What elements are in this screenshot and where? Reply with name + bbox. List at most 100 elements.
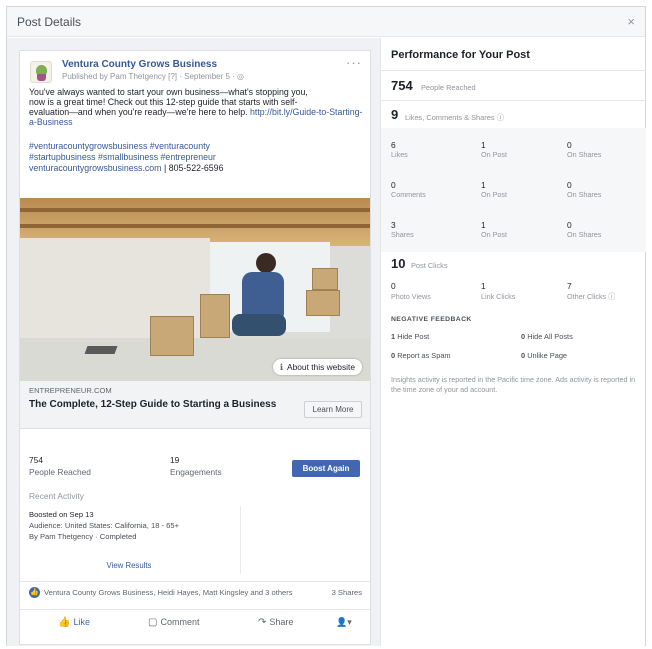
hide-all-posts-stat: 0 Hide All Posts xyxy=(521,332,573,341)
reactions-row: 👍 Ventura County Grows Business, Heidi H… xyxy=(20,581,370,603)
comment-button[interactable]: ▢ Comment xyxy=(148,617,199,628)
post-hashtags: #venturacountygrowsbusiness #venturacoun… xyxy=(29,141,363,174)
engagement-grid: 6 Likes 1 On Post 0 On Shares 0 Comments… xyxy=(381,128,646,252)
other-clicks-label: Other Clicks ⓘ xyxy=(567,292,616,301)
insights-note: Insights activity is reported in the Pac… xyxy=(391,375,636,394)
hide-post-value: 1 xyxy=(391,332,396,341)
recent-line: By Pam Thetgency · Completed xyxy=(29,532,137,541)
view-results-link[interactable]: View Results xyxy=(29,561,229,570)
photo-box xyxy=(150,316,194,356)
like-button[interactable]: 👍 Like xyxy=(58,617,90,628)
thumbs-up-icon: 👍 xyxy=(58,617,71,628)
post-details-dialog: Post Details × Ventura County Grows Busi… xyxy=(6,6,646,646)
photo-box xyxy=(306,290,340,316)
link-title[interactable]: The Complete, 12-Step Guide to Starting … xyxy=(29,399,279,411)
shares-on-shares-value: 0 xyxy=(567,220,572,230)
audience-selector-icon[interactable]: 👤▾ xyxy=(336,617,352,628)
photo-person-head xyxy=(256,253,276,273)
comments-on-shares-value: 0 xyxy=(567,180,572,190)
photo-person-body xyxy=(242,272,284,318)
hide-all-posts-label: Hide All Posts xyxy=(527,332,573,341)
performance-pane: Performance for Your Post 754 People Rea… xyxy=(380,38,646,646)
shares-value: 3 xyxy=(391,220,396,230)
share-icon: ↷ xyxy=(258,617,267,628)
comments-value: 0 xyxy=(391,180,396,190)
website-link[interactable]: venturacountygrowsbusiness.com xyxy=(29,163,162,173)
comments-on-post-label: On Post xyxy=(481,190,507,199)
info-icon: ℹ xyxy=(279,362,284,372)
post-text-line: You've always wanted to start your own b… xyxy=(29,87,308,97)
likes-value: 6 xyxy=(391,140,396,150)
report-spam-value: 0 xyxy=(391,351,396,360)
hide-all-posts-value: 0 xyxy=(521,332,526,341)
learn-more-button[interactable]: Learn More xyxy=(304,401,362,418)
like-label: Like xyxy=(73,617,90,627)
photo-views-label: Photo Views xyxy=(391,292,431,301)
shares-label: Shares xyxy=(391,230,414,239)
post-clicks-label: Post Clicks xyxy=(411,261,448,270)
hashtag-line[interactable]: #startupbusiness #smallbusiness #entrepr… xyxy=(29,152,363,163)
unlike-page-value: 0 xyxy=(521,351,526,360)
post-text-line: evaluation—and when you're ready—we're h… xyxy=(29,107,363,127)
page-name-link[interactable]: Ventura County Grows Business xyxy=(62,59,217,70)
unlike-page-label: Unlike Page xyxy=(527,351,568,360)
link-clicks-label: Link Clicks xyxy=(481,292,516,301)
shares-on-post-label: On Post xyxy=(481,230,507,239)
post-message: You've always wanted to start your own b… xyxy=(29,87,363,127)
divider xyxy=(381,100,646,101)
plant-leaf-shape xyxy=(36,65,47,74)
photo-box xyxy=(312,268,338,290)
negative-feedback-title: NEGATIVE FEEDBACK xyxy=(391,316,472,323)
post-text-segment: evaluation—and when you're ready—we're h… xyxy=(29,107,248,117)
unlike-page-stat: 0 Unlike Page xyxy=(521,351,567,360)
link-preview[interactable]: ENTREPRENEUR.COM The Complete, 12-Step G… xyxy=(20,381,370,429)
about-website-button[interactable]: ℹ About this website xyxy=(272,359,362,375)
lcs-label: Likes, Comments & Shares ⓘ xyxy=(405,113,504,122)
comments-label: Comments xyxy=(391,190,426,199)
more-options-icon[interactable]: ··· xyxy=(346,55,362,70)
about-website-label: About this website xyxy=(287,362,355,372)
recent-activity-box: Boosted on Sep 13 Audience: United State… xyxy=(29,506,241,574)
post-clicks-value: 10 xyxy=(391,256,406,271)
people-reached-value: 754 xyxy=(391,78,413,93)
comments-on-post-value: 1 xyxy=(481,180,486,190)
photo-laptop xyxy=(84,346,118,354)
hashtag-line[interactable]: #venturacountygrowsbusiness #venturacoun… xyxy=(29,141,363,152)
photo-person-legs xyxy=(232,314,286,336)
photo-beam xyxy=(20,208,370,212)
link-domain: ENTREPRENEUR.COM xyxy=(29,386,112,395)
lcs-value: 9 xyxy=(391,107,399,122)
hide-post-stat: 1 Hide Post xyxy=(391,332,429,341)
close-icon[interactable]: × xyxy=(627,14,635,29)
recent-line: Audience: United States: California, 18 … xyxy=(29,521,180,530)
photo-box xyxy=(200,294,230,338)
likes-on-shares-value: 0 xyxy=(567,140,572,150)
comment-label: Comment xyxy=(160,617,200,627)
likes-on-post-value: 1 xyxy=(481,140,486,150)
like-reaction-icon: 👍 xyxy=(29,587,40,598)
people-reached-label: People Reached xyxy=(421,83,476,92)
other-clicks-value: 7 xyxy=(567,281,572,291)
post-byline: Published by Pam Thetgency [?] · Septemb… xyxy=(62,72,245,81)
share-button[interactable]: ↷ Share xyxy=(258,617,293,628)
shares-count[interactable]: 3 Shares xyxy=(332,588,362,597)
post-photo[interactable]: ℹ About this website xyxy=(20,198,370,381)
link-clicks-value: 1 xyxy=(481,281,486,291)
dialog-title: Post Details xyxy=(17,15,82,29)
reach-label: People Reached xyxy=(29,467,91,477)
shares-on-post-value: 1 xyxy=(481,220,486,230)
post-preview-pane: Ventura County Grows Business Published … xyxy=(7,38,380,646)
dialog-header: Post Details × xyxy=(7,7,645,37)
engagement-value: 19 xyxy=(170,455,180,465)
comments-on-shares-label: On Shares xyxy=(567,190,602,199)
hide-post-label: Hide Post xyxy=(397,332,430,341)
shares-on-shares-label: On Shares xyxy=(567,230,602,239)
reaction-names[interactable]: Ventura County Grows Business, Heidi Hay… xyxy=(44,588,293,597)
page-avatar[interactable] xyxy=(30,61,52,83)
post-card: Ventura County Grows Business Published … xyxy=(19,50,371,645)
boost-again-button[interactable]: Boost Again xyxy=(292,460,360,477)
engagement-label: Engagements xyxy=(170,467,222,477)
likes-on-post-label: On Post xyxy=(481,150,507,159)
comment-icon: ▢ xyxy=(148,617,158,628)
recent-activity-title: Recent Activity xyxy=(29,491,84,501)
